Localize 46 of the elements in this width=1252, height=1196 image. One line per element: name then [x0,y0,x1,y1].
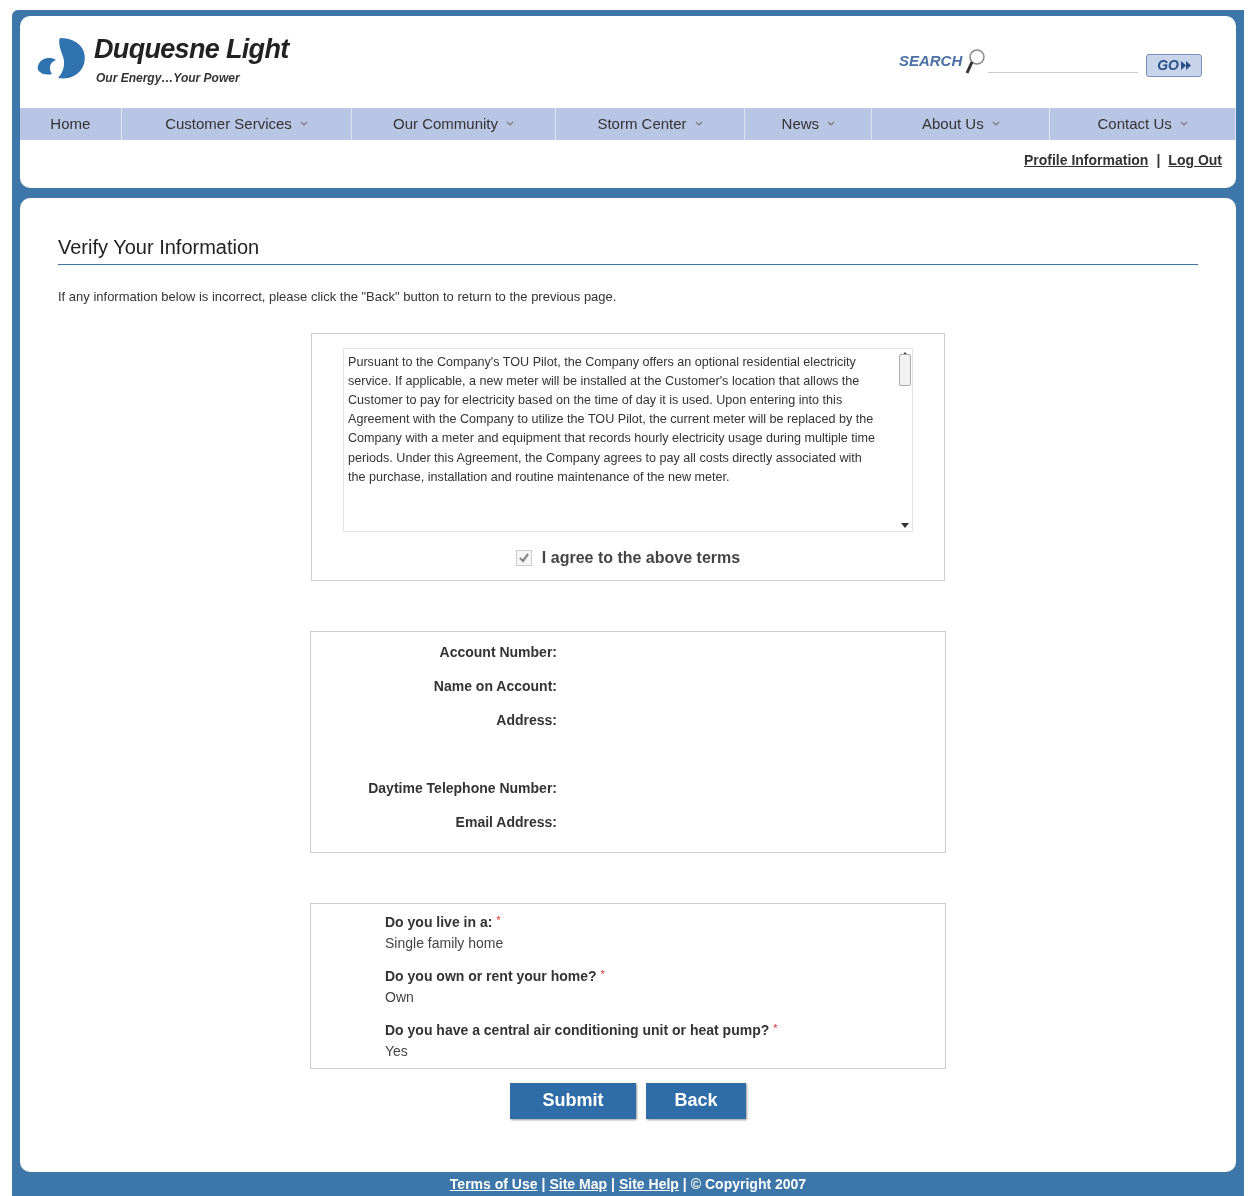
submit-button[interactable]: Submit [510,1082,636,1119]
nav-item[interactable]: About Us [872,108,1051,140]
answer-text: Own [385,987,415,1007]
nav-item[interactable]: Storm Center [555,108,746,140]
field-label: Address: [495,710,557,730]
scroll-thumb[interactable] [899,353,911,386]
field-label: Email Address: [454,812,557,832]
nav-item[interactable]: Contact Us [1050,108,1236,140]
intro-text: If any information below is incorrect, please click the "Back" button to return to the previous page. [58,288,618,306]
terms-text: Pursuant to the Company's TOU Pilot, the Company offers an optional residential electricity service. If applicable, a new meter will be installed at the Customer's location that allows the Customer to pay for electricity based on the time of day it is used. Upon entering into this Agreement with the Company to utilize the TOU Pilot, the current meter will be replaced by the Company with a meter and equipment that records hourly electricity usage during multiple time periods. Under this Agreement, the Company agrees to pay all costs directly associated with the purchase, installation and routine maintenance of the new meter. [347,353,877,486]
back-button[interactable]: Back [646,1082,746,1119]
page-title: Verify Your Information [58,232,1198,265]
terms-box[interactable] [343,347,913,532]
double-arrow-icon [1181,61,1191,70]
separator: | [682,1174,687,1194]
search-icon [964,48,987,75]
separator: | [1156,151,1161,170]
footer-link[interactable]: Terms of Use [449,1173,538,1195]
footer-link[interactable]: Site Map [549,1173,608,1195]
nav-item[interactable]: Home [20,108,122,140]
separator: | [541,1174,546,1194]
field-label: Daytime Telephone Number: [367,778,557,798]
field-label: Account Number: [438,642,557,662]
footer-link[interactable]: Site Help [618,1173,679,1195]
required-mark: * [496,912,501,928]
scroll-down-icon[interactable] [901,522,909,529]
logo-text: Duquesne Light [94,36,289,63]
nav-item[interactable]: News [745,108,873,140]
required-mark: * [773,1020,778,1036]
answer-text: Single family home [385,933,505,953]
agree-label: I agree to the above terms [541,547,741,568]
nav-item[interactable]: Our Community [352,108,556,140]
go-button[interactable]: GO [1146,54,1202,77]
nav-item[interactable]: Customer Services [121,108,353,140]
user-link[interactable]: Log Out [1168,150,1222,171]
question-label: Do you live in a: [385,912,493,932]
copyright-text: © Copyright 2007 [690,1174,807,1194]
answer-text: Yes [385,1041,409,1061]
required-mark: * [600,966,605,982]
search-label: SEARCH [898,51,963,72]
tagline: Our Energy…Your Power [96,70,241,87]
separator: | [611,1174,615,1194]
user-link[interactable]: Profile Information [1023,150,1149,171]
question-label: Do you have a central air conditioning unit or heat pump? [385,1020,770,1040]
question-label: Do you own or rent your home? [385,966,597,986]
field-label: Name on Account: [432,676,557,696]
